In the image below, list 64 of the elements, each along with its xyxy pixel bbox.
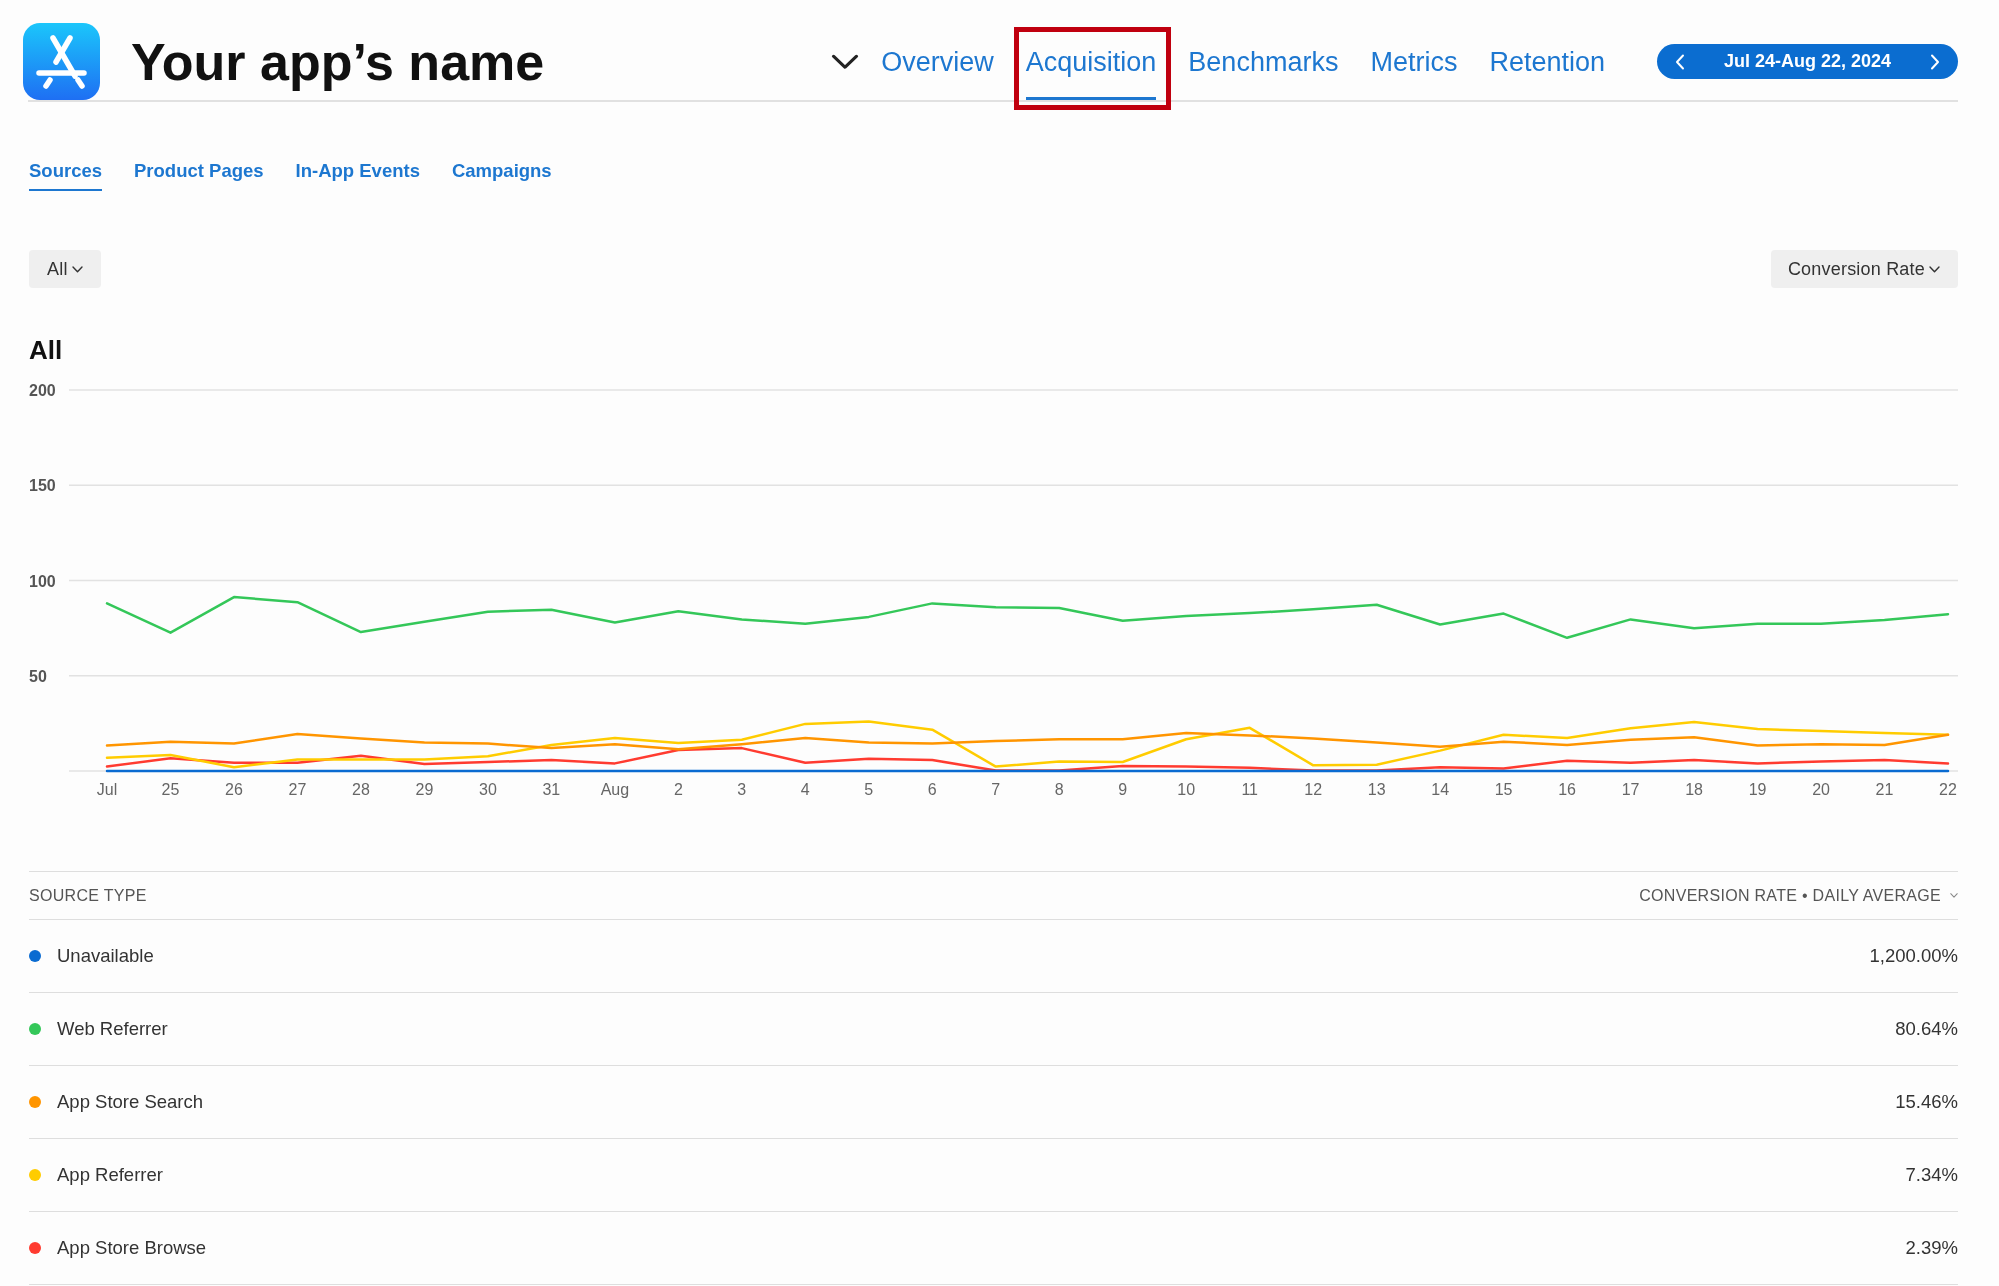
x-axis-label: 29 — [415, 781, 434, 798]
column-header: SOURCE TYPE — [29, 886, 147, 905]
chevron-right-icon[interactable] — [1930, 53, 1940, 70]
x-axis-label: 22 — [1939, 781, 1957, 798]
app-icon — [23, 23, 100, 100]
source-name: App Referrer — [57, 1164, 163, 1186]
nav-tab[interactable]: Benchmarks — [1188, 23, 1339, 100]
conversion-rate-value: 1,200.00% — [1869, 945, 1958, 967]
x-axis-label: 4 — [800, 781, 810, 798]
source-name: App Store Browse — [57, 1237, 207, 1259]
x-axis-label: 5 — [864, 781, 874, 798]
x-axis-label: 25 — [161, 781, 180, 798]
subtab[interactable]: Sources — [29, 160, 102, 191]
x-axis-label: 30 — [479, 781, 497, 798]
chevron-down-icon[interactable] — [71, 265, 83, 273]
x-axis-label: 20 — [1812, 781, 1830, 798]
conversion-rate-value: 2.39% — [1905, 1237, 1958, 1259]
subtab[interactable]: In-App Events — [295, 160, 420, 191]
date-range-picker[interactable]: Jul 24-Aug 22, 2024 — [1657, 44, 1958, 79]
conversion-rate-value: 80.64% — [1895, 1018, 1958, 1040]
column-header: CONVERSION RATE • DAILY AVERAGE — [1639, 886, 1941, 905]
x-axis-label: 18 — [1685, 781, 1703, 798]
x-axis-label: 31 — [542, 781, 561, 798]
x-axis-label: 10 — [1177, 781, 1196, 798]
x-axis-label: 14 — [1431, 781, 1450, 798]
x-axis-label: 2 — [673, 781, 683, 798]
y-axis-label: 200 — [29, 382, 56, 399]
x-axis-label: 11 — [1241, 781, 1258, 798]
conversion-rate-value: 7.34% — [1905, 1164, 1958, 1186]
nav-tab[interactable]: Overview — [881, 23, 994, 100]
x-axis-label: 19 — [1748, 781, 1767, 798]
source-name: Web Referrer — [57, 1018, 168, 1040]
chevron-down-icon[interactable] — [1929, 265, 1940, 273]
chevron-down-icon[interactable] — [831, 53, 860, 70]
segment-dropdown[interactable]: All — [29, 250, 101, 288]
x-axis-label: 7 — [991, 781, 1001, 798]
x-axis-label: 3 — [737, 781, 747, 798]
x-axis-label: 8 — [1054, 781, 1064, 798]
x-axis-label: Aug — [600, 781, 630, 798]
y-axis-label: 150 — [29, 477, 56, 495]
x-axis-label: 15 — [1494, 781, 1513, 798]
nav-tab[interactable]: Metrics — [1370, 23, 1458, 100]
x-axis-label: 17 — [1621, 781, 1640, 798]
x-axis-label: 16 — [1558, 781, 1576, 798]
x-axis-label: 12 — [1304, 781, 1323, 798]
x-axis-label: 9 — [1118, 781, 1128, 798]
x-axis-label: Jul — [96, 781, 118, 798]
x-axis-label: 21 — [1875, 781, 1894, 798]
y-axis-label: 100 — [29, 572, 56, 590]
subtab[interactable]: Product Pages — [134, 160, 264, 191]
source-name: Unavailable — [57, 945, 154, 967]
x-axis-label: 13 — [1367, 781, 1386, 798]
x-axis-label: 26 — [225, 781, 243, 798]
nav-tab[interactable]: Retention — [1489, 23, 1605, 100]
chart-title: All — [29, 336, 64, 364]
chevron-left-icon[interactable] — [1675, 53, 1685, 70]
conversion-rate-value: 15.46% — [1895, 1091, 1958, 1113]
metric-dropdown[interactable]: Conversion Rate — [1770, 250, 1958, 288]
subtab[interactable]: Campaigns — [451, 160, 552, 191]
x-axis-label: 28 — [352, 781, 370, 798]
x-axis-label: 27 — [288, 781, 307, 798]
source-name: App Store Search — [57, 1091, 204, 1113]
x-axis-label: 6 — [927, 781, 937, 798]
y-axis-label: 50 — [29, 667, 47, 685]
